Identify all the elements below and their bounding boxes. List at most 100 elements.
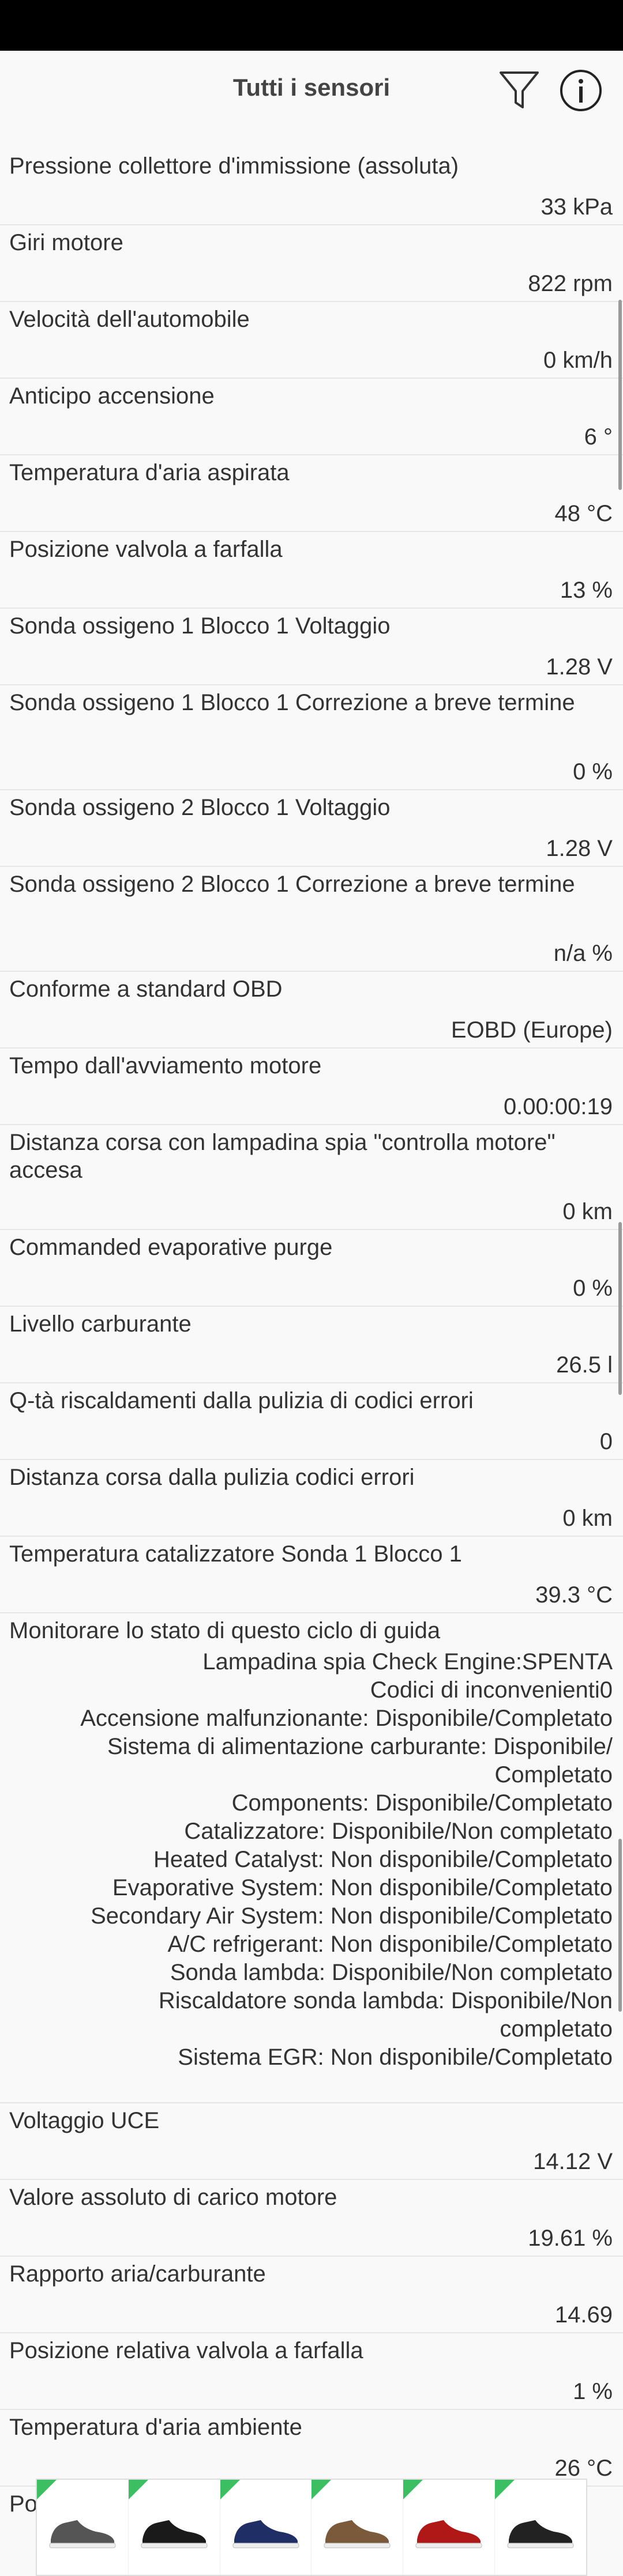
sensor-name: Pressione collettore d'immissione (assol… xyxy=(9,153,459,179)
sensor-name: Giri motore xyxy=(9,230,123,255)
sensor-value: 0 km xyxy=(562,1199,613,1224)
shoe-image xyxy=(505,2514,575,2550)
sensor-row[interactable]: Conforme a standard OBD EOBD (Europe) xyxy=(0,972,623,1048)
sensor-row[interactable]: Valore assoluto di carico motore 19.61 % xyxy=(0,2180,623,2257)
shoe-image xyxy=(414,2514,483,2550)
scrollbar-thumb[interactable] xyxy=(618,300,622,490)
monitor-status-line: A/C refrigerant: Non disponibile/Complet… xyxy=(167,1932,613,1957)
sensor-name: Livello carburante xyxy=(9,1311,192,1337)
sensor-row[interactable]: Velocità dell'automobile 0 km/h xyxy=(0,302,623,379)
sensor-value: 26 °C xyxy=(554,2456,613,2481)
sensor-row[interactable]: Temperatura d'aria aspirata 48 °C xyxy=(0,455,623,532)
sensor-value: 33 kPa xyxy=(541,194,613,220)
sensor-row[interactable]: Commanded evaporative purge 0 % xyxy=(0,1230,623,1307)
sensor-value: 0.00:00:19 xyxy=(503,1094,613,1119)
sensor-value: 6 ° xyxy=(584,424,613,450)
sensor-row[interactable]: Posizione relativa valvola a farfalla 1 % xyxy=(0,2333,623,2410)
sensor-row[interactable]: Rapporto aria/carburante 14.69 xyxy=(0,2257,623,2333)
shoe-image xyxy=(231,2514,300,2550)
sensor-name: Q-tà riscaldamenti dalla pulizia di codi… xyxy=(9,1388,474,1413)
ad-product[interactable] xyxy=(312,2480,404,2575)
sensor-value: 39.3 °C xyxy=(535,1582,613,1608)
sensor-value: 822 rpm xyxy=(528,271,613,296)
sensor-value: 0 km xyxy=(562,1506,613,1531)
sensor-row[interactable]: Sonda ossigeno 1 Blocco 1 Voltaggio 1.28 … xyxy=(0,609,623,685)
sensor-value: 14.69 xyxy=(554,2302,613,2328)
monitor-status-list: Lampadina spia Check Engine:SPENTA Codici… xyxy=(36,1648,613,2072)
scrollbar-thumb[interactable] xyxy=(618,1839,622,2012)
sensor-value: n/a % xyxy=(553,941,613,966)
sensor-row[interactable]: Temperatura d'aria ambiente 26 °C xyxy=(0,2410,623,2487)
sensor-name: Sonda ossigeno 1 Blocco 1 Voltaggio xyxy=(9,613,391,639)
sensor-value: 0 % xyxy=(573,759,613,785)
sensor-value: 1 % xyxy=(573,2379,613,2404)
sensor-row[interactable]: Sonda ossigeno 1 Blocco 1 Correzione a b… xyxy=(0,685,623,790)
sensor-value: 13 % xyxy=(560,578,613,603)
sensor-value: 0 xyxy=(599,1429,613,1454)
monitor-status-line: Sonda lambda: Disponibile/Non completato xyxy=(170,1960,613,1985)
ad-banner[interactable] xyxy=(36,2479,587,2576)
monitor-status-line: Evaporative System: Non disponibile/Comp… xyxy=(112,1875,613,1900)
sensor-row[interactable]: Distanza corsa dalla pulizia codici erro… xyxy=(0,1460,623,1537)
monitor-status-line: Codici di inconvenienti0 xyxy=(370,1677,613,1703)
ad-product[interactable] xyxy=(495,2480,586,2575)
sensor-row[interactable]: Posizione valvola a farfalla 13 % xyxy=(0,532,623,609)
info-icon[interactable] xyxy=(558,68,603,113)
sensor-name: Valore assoluto di carico motore xyxy=(9,2185,337,2210)
sensor-name: Distanza corsa dalla pulizia codici erro… xyxy=(9,1465,415,1490)
sensor-row[interactable]: Monitorare lo stato di questo ciclo di g… xyxy=(0,1613,623,2103)
sensor-row[interactable]: Livello carburante 26.5 l xyxy=(0,1307,623,1383)
sensor-name: Temperatura catalizzatore Sonda 1 Blocco… xyxy=(9,1541,462,1567)
sensor-name: Posizione valvola a farfalla xyxy=(9,537,283,562)
ad-corner-tag xyxy=(495,2480,515,2499)
monitor-status-line: Secondary Air System: Non disponibile/Co… xyxy=(91,1903,613,1929)
sensor-list[interactable]: Pressione collettore d'immissione (assol… xyxy=(0,149,623,2521)
sensor-name: Tempo dall'avviamento motore xyxy=(9,1053,322,1078)
ad-corner-tag xyxy=(403,2480,423,2499)
sensor-row[interactable]: Tempo dall'avviamento motore 0.00:00:19 xyxy=(0,1048,623,1125)
ad-product[interactable] xyxy=(403,2480,496,2575)
sensor-name: Anticipo accensione xyxy=(9,383,215,409)
sensor-name: Distanza corsa con lampadina spia "contr… xyxy=(9,1130,556,1183)
sensor-row[interactable]: Sonda ossigeno 2 Blocco 1 Correzione a b… xyxy=(0,867,623,972)
shoe-image xyxy=(139,2514,208,2550)
sensor-row[interactable]: Q-tà riscaldamenti dalla pulizia di codi… xyxy=(0,1383,623,1460)
ad-product[interactable] xyxy=(220,2480,312,2575)
sensor-row[interactable]: Giri motore 822 rpm xyxy=(0,225,623,302)
sensor-row[interactable]: Pressione collettore d'immissione (assol… xyxy=(0,149,623,225)
sensor-name: Sonda ossigeno 2 Blocco 1 Voltaggio xyxy=(9,795,391,820)
sensor-row[interactable]: Distanza corsa con lampadina spia "contr… xyxy=(0,1125,623,1230)
monitor-status-line: Sistema EGR: Non disponibile/Completato xyxy=(178,2045,613,2070)
monitor-status-line: Components: Disponibile/Completato xyxy=(231,1790,613,1816)
ad-corner-tag xyxy=(220,2480,240,2499)
ad-product[interactable] xyxy=(37,2480,129,2575)
sensor-row[interactable]: Voltaggio UCE 14.12 V xyxy=(0,2103,623,2180)
sensor-value: 1.28 V xyxy=(546,836,613,861)
sensor-name: Voltaggio UCE xyxy=(9,2108,160,2133)
monitor-status-line: Accensione malfunzionante: Disponibile/C… xyxy=(80,1706,613,1731)
sensor-name: Conforme a standard OBD xyxy=(9,976,283,1002)
ad-product[interactable] xyxy=(128,2480,220,2575)
sensor-row[interactable]: Sonda ossigeno 2 Blocco 1 Voltaggio 1.28 … xyxy=(0,790,623,867)
scrollbar-thumb[interactable] xyxy=(618,1222,622,1395)
filter-icon[interactable] xyxy=(496,67,542,113)
shoe-image xyxy=(322,2514,391,2550)
monitor-status-line: Lampadina spia Check Engine:SPENTA xyxy=(202,1649,613,1674)
sensor-name: Velocità dell'automobile xyxy=(9,307,250,332)
sensor-name: Sonda ossigeno 2 Blocco 1 Correzione a b… xyxy=(9,872,575,897)
monitor-status-line: Catalizzatore: Disponibile/Non completat… xyxy=(184,1819,613,1844)
app-bar: Tutti i sensori xyxy=(0,51,623,131)
sensor-value: 26.5 l xyxy=(556,1352,613,1378)
sensor-value: 0 % xyxy=(573,1276,613,1301)
ad-corner-tag xyxy=(312,2480,332,2499)
sensor-name: Sonda ossigeno 1 Blocco 1 Correzione a b… xyxy=(9,690,575,715)
ad-corner-tag xyxy=(37,2480,57,2499)
sensor-name: Monitorare lo stato di questo ciclo di g… xyxy=(9,1618,441,1643)
ad-corner-tag xyxy=(128,2480,148,2499)
sensor-row[interactable]: Temperatura catalizzatore Sonda 1 Blocco… xyxy=(0,1537,623,1613)
sensor-name: Rapporto aria/carburante xyxy=(9,2261,266,2287)
monitor-status-line: Heated Catalyst: Non disponibile/Complet… xyxy=(153,1847,613,1872)
sensor-name: Commanded evaporative purge xyxy=(9,1235,333,1260)
sensor-row[interactable]: Anticipo accensione 6 ° xyxy=(0,379,623,455)
sensor-name: Temperatura d'aria aspirata xyxy=(9,460,290,485)
